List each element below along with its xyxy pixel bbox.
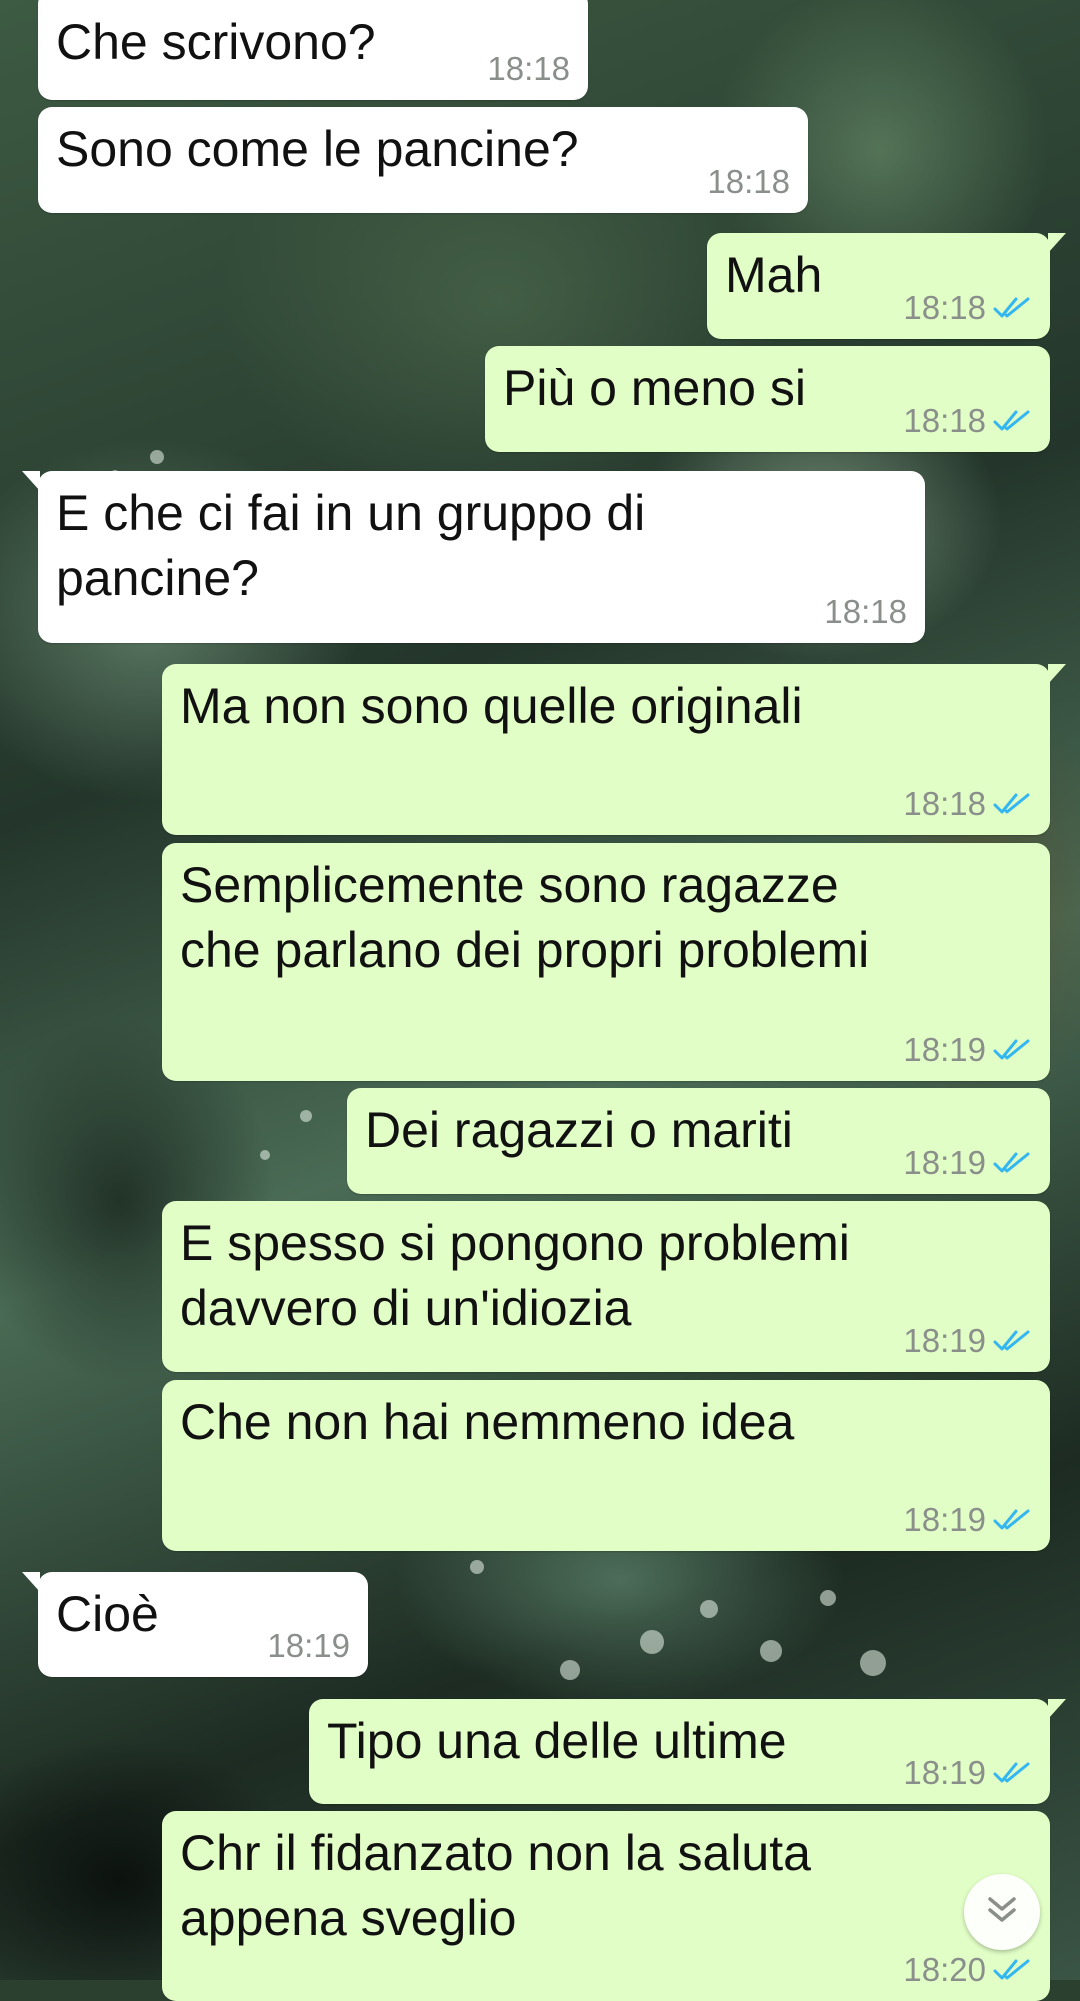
message-timestamp: 18:18 xyxy=(903,402,986,439)
outgoing-message-bubble[interactable]: Tipo una delle ultime 18:19 xyxy=(309,1699,1066,1804)
double-check-icon xyxy=(992,1760,1032,1786)
double-check-icon xyxy=(992,1037,1032,1063)
message-meta: 18:19 xyxy=(903,1144,1032,1182)
message-meta: 18:19 xyxy=(903,1501,1032,1539)
outgoing-message-bubble[interactable]: Mah 18:18 xyxy=(707,233,1066,339)
scroll-down-button[interactable] xyxy=(964,1874,1040,1950)
message-timestamp: 18:19 xyxy=(903,1501,986,1538)
outgoing-message-bubble[interactable]: E spesso si pongono problemi davvero di … xyxy=(162,1201,1050,1372)
message-timestamp: 18:19 xyxy=(267,1627,350,1664)
message-meta: 18:18 xyxy=(903,402,1032,440)
message-timestamp: 18:19 xyxy=(903,1031,986,1068)
message-timestamp: 18:19 xyxy=(903,1754,986,1791)
message-meta: 18:19 xyxy=(903,1754,1032,1792)
double-check-icon xyxy=(992,408,1032,434)
outgoing-message-bubble[interactable]: Ma non sono quelle originali 18:18 xyxy=(162,664,1066,835)
double-check-icon xyxy=(992,295,1032,321)
message-text: E che ci fai in un gruppo di pancine? xyxy=(56,485,646,606)
incoming-message-bubble[interactable]: Sono come le pancine? 18:18 xyxy=(38,107,808,213)
outgoing-message-bubble[interactable]: Chr il fidanzato non la saluta appena sv… xyxy=(162,1811,1050,2001)
outgoing-message-bubble[interactable]: Più o meno si 18:18 xyxy=(485,346,1050,452)
message-meta: 18:18 xyxy=(824,593,907,631)
double-check-icon xyxy=(992,1150,1032,1176)
message-meta: 18:19 xyxy=(267,1627,350,1665)
incoming-message-bubble[interactable]: Che scrivono? 18:18 xyxy=(38,0,588,100)
message-timestamp: 18:18 xyxy=(903,785,986,822)
message-meta: 18:18 xyxy=(707,163,790,201)
message-meta: 18:19 xyxy=(903,1031,1032,1069)
message-text: Che non hai nemmeno idea xyxy=(180,1394,795,1450)
message-timestamp: 18:19 xyxy=(903,1322,986,1359)
message-timestamp: 18:19 xyxy=(903,1144,986,1181)
message-timestamp: 18:20 xyxy=(903,1951,986,1988)
outgoing-message-bubble[interactable]: Dei ragazzi o mariti 18:19 xyxy=(347,1088,1050,1194)
double-check-icon xyxy=(992,791,1032,817)
incoming-message-bubble[interactable]: Cioè 18:19 xyxy=(22,1572,368,1677)
message-timestamp: 18:18 xyxy=(903,289,986,326)
double-check-icon xyxy=(992,1328,1032,1354)
message-meta: 18:20 xyxy=(903,1951,1032,1989)
message-meta: 18:19 xyxy=(903,1322,1032,1360)
message-meta: 18:18 xyxy=(903,785,1032,823)
message-timestamp: 18:18 xyxy=(824,593,907,630)
outgoing-message-bubble[interactable]: Semplicemente sono ragazze che parlano d… xyxy=(162,843,1050,1081)
outgoing-message-bubble[interactable]: Che non hai nemmeno idea 18:19 xyxy=(162,1380,1050,1551)
message-text: Semplicemente sono ragazze che parlano d… xyxy=(180,857,870,978)
double-check-icon xyxy=(992,1507,1032,1533)
message-text: Sono come le pancine? xyxy=(56,121,579,177)
message-text: Chr il fidanzato non la saluta appena sv… xyxy=(180,1825,811,1946)
double-check-icon xyxy=(992,1957,1032,1983)
message-meta: 18:18 xyxy=(487,50,570,88)
message-meta: 18:18 xyxy=(903,289,1032,327)
message-timestamp: 18:18 xyxy=(487,50,570,87)
message-text: Ma non sono quelle originali xyxy=(180,678,803,734)
incoming-message-bubble[interactable]: E che ci fai in un gruppo di pancine? 18:… xyxy=(22,471,925,643)
message-timestamp: 18:18 xyxy=(707,163,790,200)
double-chevron-down-icon xyxy=(985,1895,1019,1930)
